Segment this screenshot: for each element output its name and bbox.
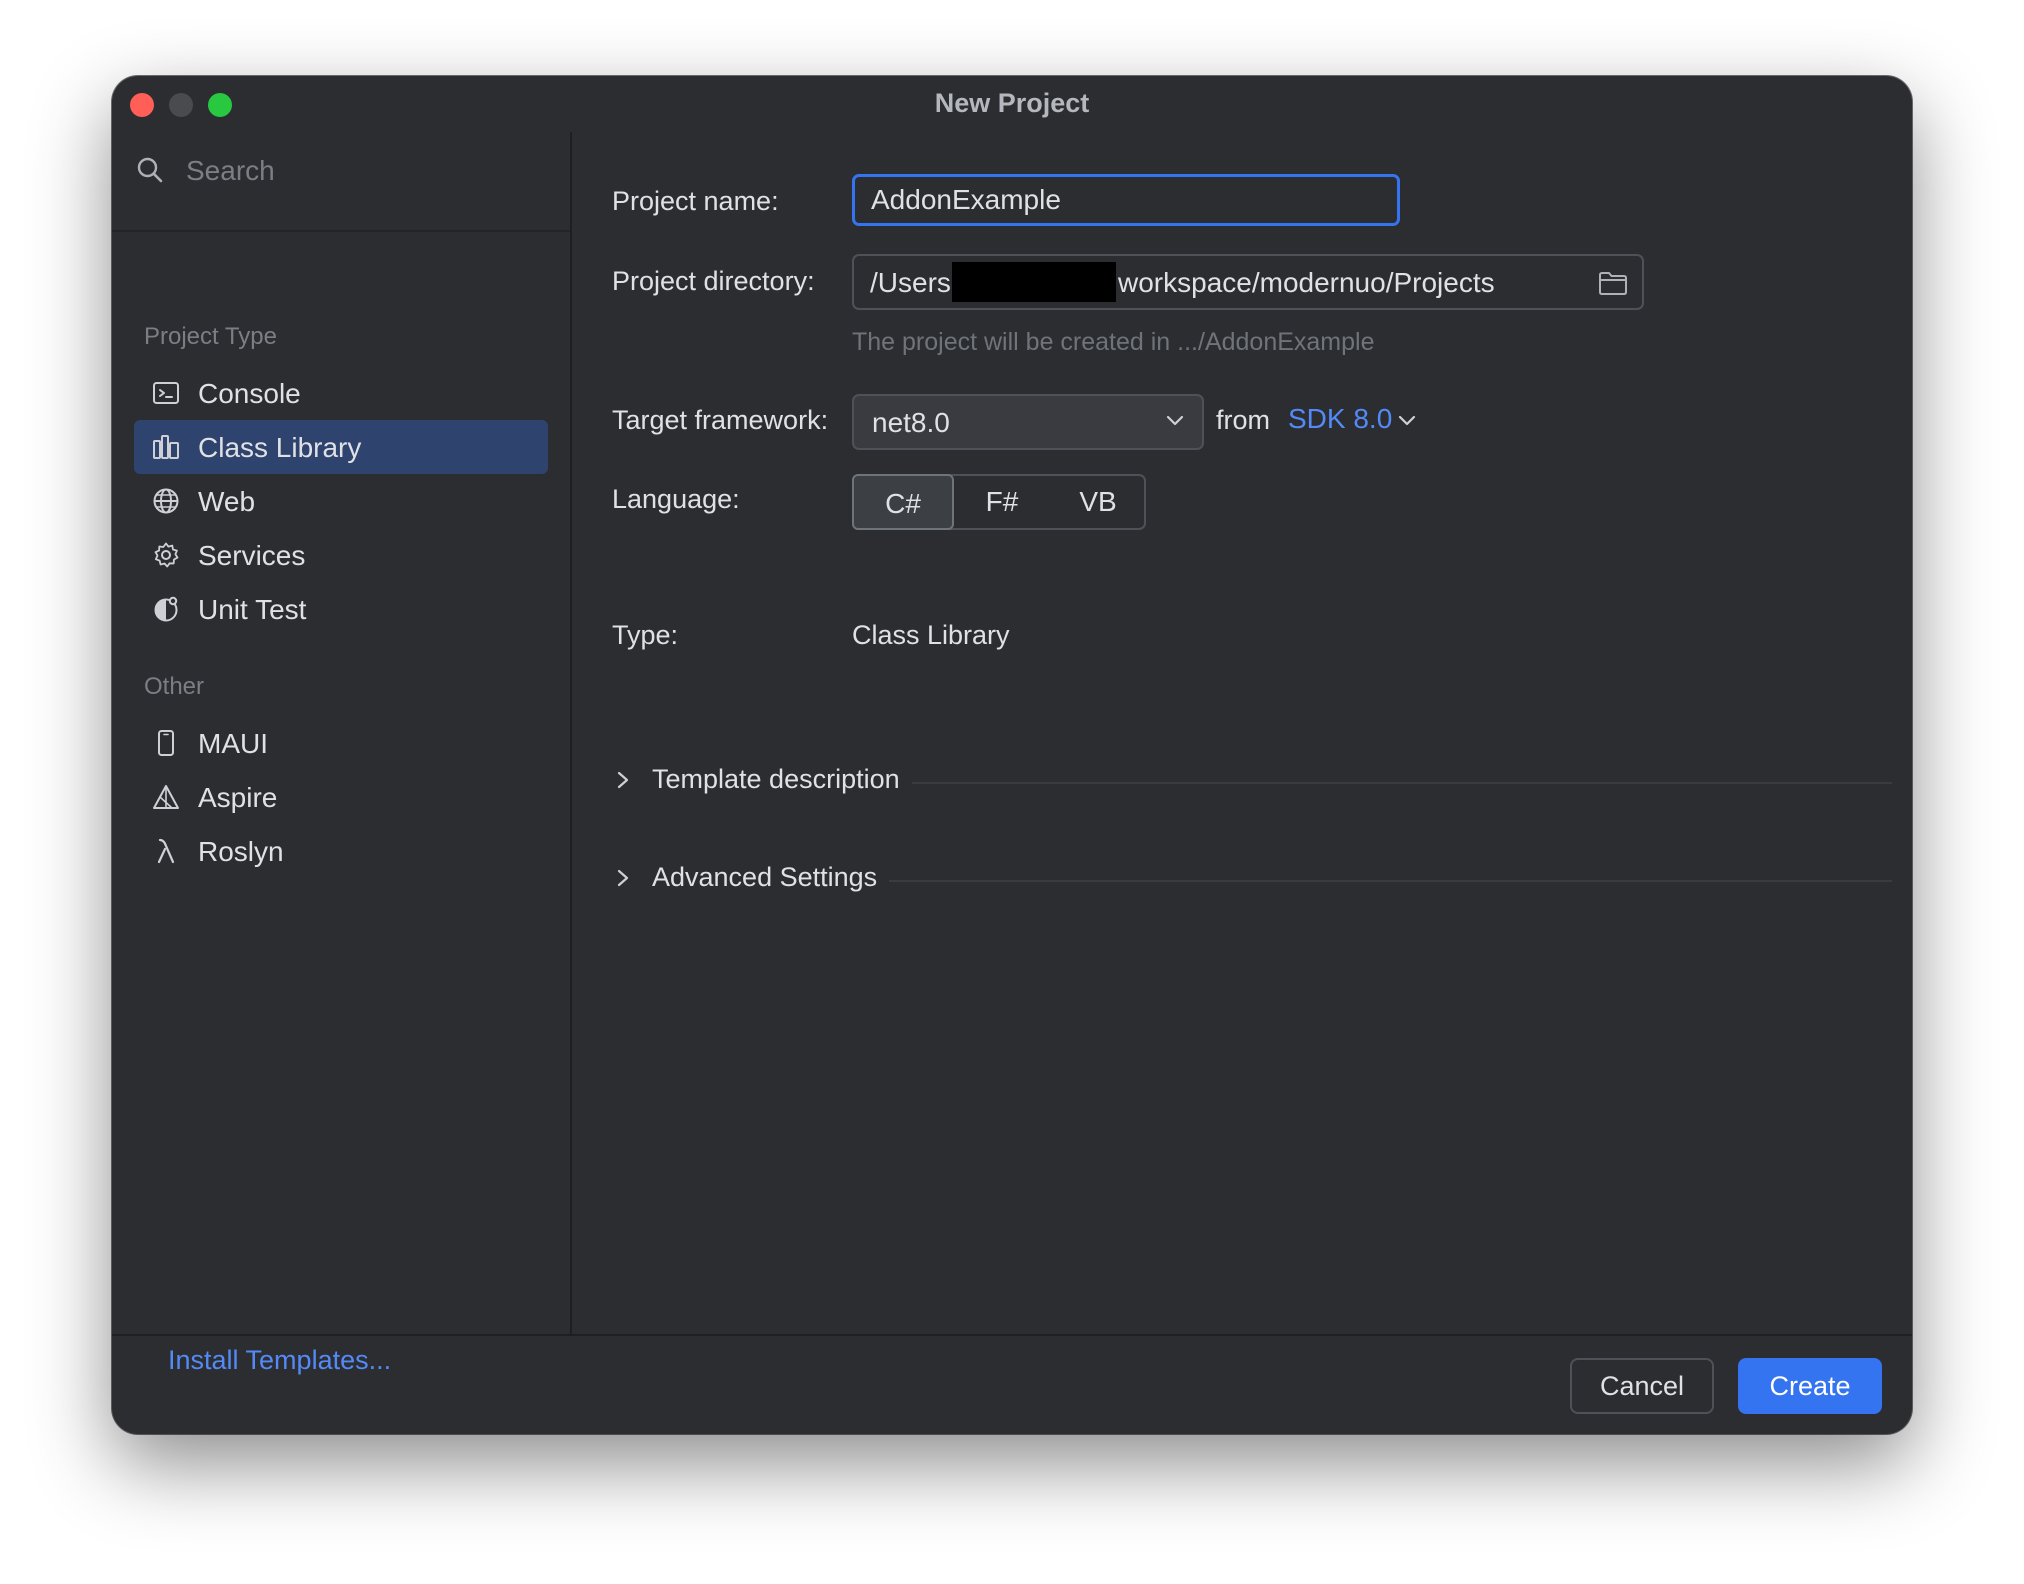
section-title-project-type: Project Type [144, 323, 277, 350]
dialog-footer: Cancel Create [112, 1334, 1912, 1434]
sidebar-item-label: Class Library [198, 432, 362, 463]
search-input[interactable] [184, 150, 528, 192]
sidebar-item-maui[interactable]: MAUI [134, 716, 548, 770]
chevron-down-icon [1166, 415, 1184, 426]
cancel-button[interactable]: Cancel [1570, 1358, 1714, 1414]
language-segmented-control: C# F# VB [852, 474, 1146, 530]
advanced-settings-toggle[interactable]: Advanced Settings [612, 858, 1892, 898]
unit-test-icon [154, 596, 178, 622]
type-label: Type: [612, 620, 679, 650]
directory-hint: The project will be created in .../Addon… [852, 328, 1375, 356]
new-project-dialog: New Project Project Type Console [112, 76, 1912, 1434]
chevron-down-icon [1399, 415, 1416, 425]
language-option-vb[interactable]: VB [1050, 476, 1146, 528]
template-description-label: Template description [652, 764, 912, 795]
sdk-dropdown[interactable]: SDK 8.0 [1288, 403, 1416, 435]
directory-prefix: /Users [870, 267, 951, 298]
title-bar: New Project [112, 76, 1912, 132]
search-divider [112, 230, 570, 232]
search-box[interactable] [136, 146, 546, 198]
sidebar-item-console[interactable]: Console [134, 366, 548, 420]
console-icon [153, 382, 179, 404]
project-name-input[interactable] [852, 174, 1400, 226]
window-title: New Project [934, 88, 1090, 118]
sidebar-item-services[interactable]: Services [134, 528, 548, 582]
sidebar-item-label: Web [198, 486, 256, 517]
directory-suffix: workspace/modernuo/Projects [1118, 267, 1495, 298]
chevron-right-icon [617, 869, 629, 887]
project-form: Project name: Project directory: /Users … [572, 132, 1912, 1334]
folder-icon[interactable] [1598, 270, 1628, 296]
lambda-icon [157, 838, 175, 864]
language-label: Language: [612, 484, 740, 514]
target-framework-label: Target framework: [612, 405, 829, 435]
sidebar-item-web[interactable]: Web [134, 474, 548, 528]
redacted-block [952, 262, 1116, 302]
sidebar-item-aspire[interactable]: Aspire [134, 770, 548, 824]
section-title-other: Other [144, 673, 205, 700]
create-button[interactable]: Create [1738, 1358, 1882, 1414]
sidebar-item-unit-test[interactable]: Unit Test [134, 582, 548, 636]
from-label: from [1216, 405, 1270, 435]
target-framework-dropdown[interactable]: net8.0 [852, 394, 1204, 450]
sidebar-item-roslyn[interactable]: Roslyn [134, 824, 548, 878]
sidebar-item-label: Services [198, 540, 306, 571]
template-description-toggle[interactable]: Template description [612, 760, 1892, 800]
search-icon [137, 157, 163, 183]
sidebar-item-label: Console [198, 378, 301, 409]
sidebar-item-label: Aspire [198, 782, 278, 813]
sidebar: Project Type Console Class Library [112, 132, 572, 1375]
advanced-settings-label: Advanced Settings [652, 862, 890, 893]
sidebar-item-label: MAUI [198, 728, 268, 759]
aspire-icon [153, 785, 179, 809]
project-name-label: Project name: [612, 186, 779, 216]
sdk-value: SDK 8.0 [1288, 403, 1393, 434]
chevron-right-icon [617, 771, 629, 789]
type-value: Class Library [852, 620, 1010, 650]
phone-icon [158, 730, 174, 756]
globe-icon [153, 488, 179, 514]
gear-icon [154, 542, 179, 568]
project-directory-label: Project directory: [612, 266, 815, 296]
sidebar-item-label: Unit Test [198, 594, 307, 625]
language-option-csharp[interactable]: C# [852, 474, 954, 530]
sidebar-item-class-library[interactable]: Class Library [134, 420, 548, 474]
target-framework-value: net8.0 [872, 407, 950, 438]
class-library-icon [153, 435, 179, 459]
project-directory-field[interactable]: /Users workspace/modernuo/Projects [852, 254, 1644, 310]
language-option-fsharp[interactable]: F# [954, 476, 1050, 528]
sidebar-item-label: Roslyn [198, 836, 284, 867]
